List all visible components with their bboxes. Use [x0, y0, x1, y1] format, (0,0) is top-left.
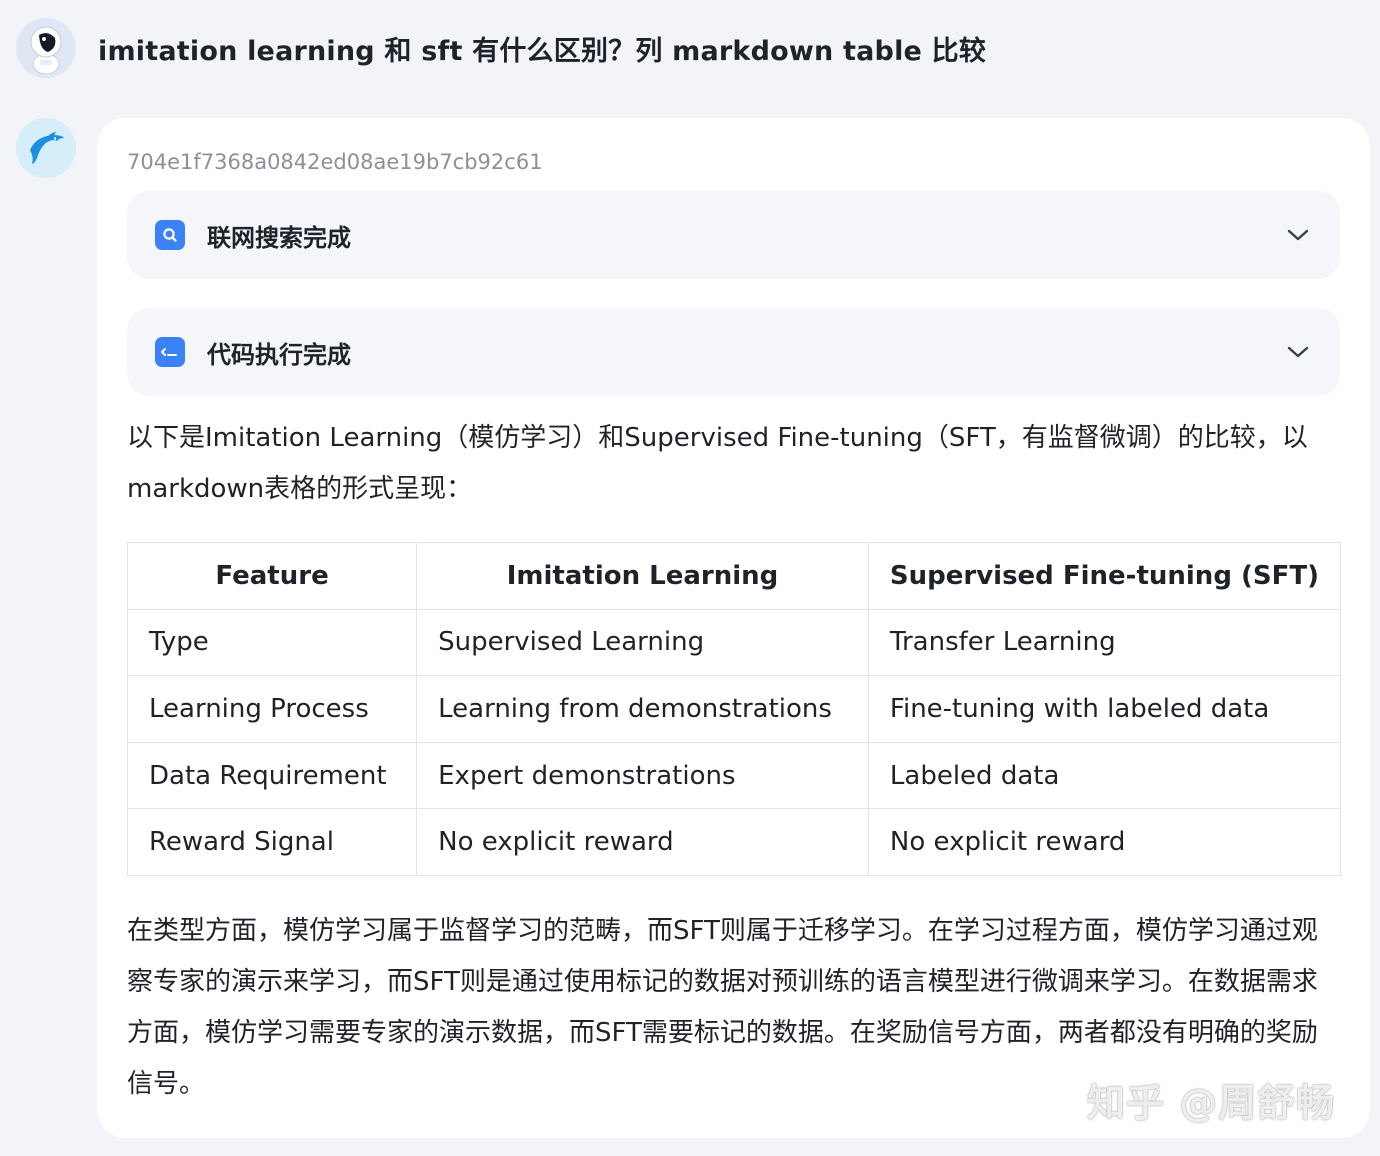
chevron-down-icon[interactable] — [1286, 223, 1310, 247]
table-cell: Transfer Learning — [867, 608, 1342, 677]
table-cell: Learning from demonstrations — [416, 675, 869, 743]
table-header-row: Feature Imitation Learning Supervised Fi… — [126, 542, 1342, 610]
column-header: Imitation Learning — [416, 542, 869, 610]
chevron-down-icon[interactable] — [1286, 340, 1310, 364]
web-search-step-label: 联网搜索完成 — [207, 223, 351, 252]
table-row: Data Requirement Expert demonstrations L… — [126, 741, 1342, 810]
code-exec-step[interactable]: 代码执行完成 — [127, 308, 1340, 396]
chat-page: imitation learning 和 sft 有什么区别？列 markdow… — [0, 0, 1380, 1156]
web-search-step[interactable]: 联网搜索完成 — [127, 191, 1340, 279]
dolphin-logo-icon[interactable] — [16, 118, 76, 178]
table-cell: Fine-tuning with labeled data — [867, 675, 1342, 743]
table-row: Type Supervised Learning Transfer Learni… — [126, 608, 1342, 677]
assistant-answer-card: 704e1f7368a0842ed08ae19b7cb92c61 联网搜索完成 — [97, 118, 1370, 1138]
table-cell: No explicit reward — [416, 808, 869, 876]
table-cell: Expert demonstrations — [416, 741, 869, 810]
search-icon — [155, 220, 185, 250]
table-row: Learning Process Learning from demonstra… — [126, 675, 1342, 743]
column-header: Supervised Fine-tuning (SFT) — [867, 542, 1342, 610]
table-cell: Supervised Learning — [416, 608, 869, 677]
table-cell: No explicit reward — [867, 808, 1342, 876]
astronaut-avatar-icon[interactable] — [16, 18, 76, 78]
table-cell: Labeled data — [867, 741, 1342, 810]
user-message: imitation learning 和 sft 有什么区别？列 markdow… — [16, 18, 986, 78]
table-cell: Data Requirement — [126, 741, 418, 810]
comparison-table: Feature Imitation Learning Supervised Fi… — [126, 542, 1342, 876]
watermark: 知乎 @周舒畅 — [1087, 1081, 1336, 1125]
terminal-icon — [155, 337, 185, 367]
user-question: imitation learning 和 sft 有什么区别？列 markdow… — [98, 35, 987, 67]
code-exec-step-label: 代码执行完成 — [207, 340, 351, 369]
table-cell: Type — [126, 608, 418, 677]
assistant-avatar — [16, 118, 76, 178]
table-cell: Learning Process — [126, 675, 418, 743]
table-cell: Reward Signal — [126, 808, 418, 876]
column-header: Feature — [126, 542, 418, 610]
table-row: Reward Signal No explicit reward No expl… — [126, 808, 1342, 876]
intro-paragraph: 以下是Imitation Learning（模仿学习）和Supervised F… — [127, 423, 1308, 504]
message-id: 704e1f7368a0842ed08ae19b7cb92c61 — [127, 150, 543, 174]
